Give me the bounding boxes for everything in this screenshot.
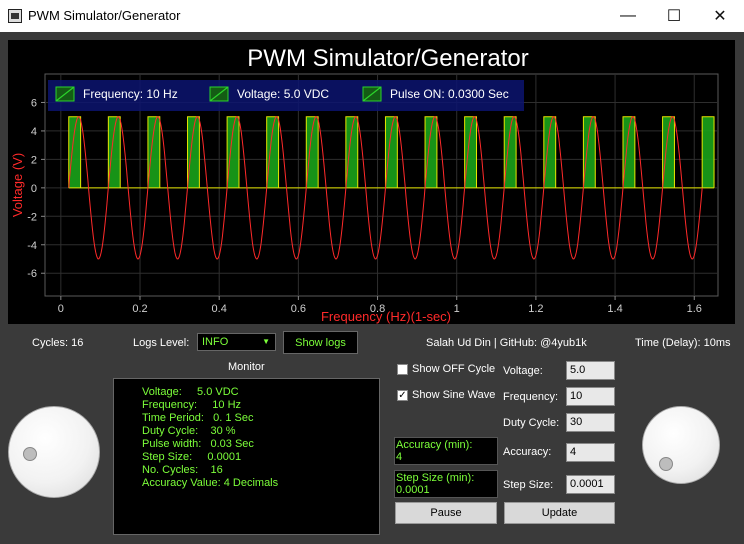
main-panel: 0 0.2 0.4 0.6 0.8 1 1.2 1.4 1.6 -6 -4 -2 0 2 4 6 PWM Si… — [0, 32, 744, 544]
y-tick-label: 2 — [31, 154, 37, 166]
title-bar: PWM Simulator/Generator — ☐ ✕ — [0, 0, 744, 32]
x-tick-label: 1.4 — [607, 303, 622, 315]
pwm-chart: 0 0.2 0.4 0.6 0.8 1 1.2 1.4 1.6-6-4-20246 PWM Si… — [10, 45, 719, 324]
frequency-field[interactable]: 10 — [566, 387, 615, 406]
pulse-bar — [147, 116, 160, 188]
voltage-field[interactable]: 5.0 — [566, 361, 615, 380]
left-dial-knob[interactable] — [8, 406, 100, 498]
show-sine-wave-checkbox[interactable]: ✓ — [397, 390, 408, 401]
duty-cycle-field[interactable]: 30 — [566, 413, 615, 432]
legend-item-voltage: Voltage: 5.0 VDC — [209, 86, 329, 102]
y-tick-label: 4 — [31, 126, 37, 138]
show-sine-wave-label: Show Sine Wave — [412, 389, 496, 401]
accuracy-min-value: 4 — [396, 451, 403, 463]
x-tick-label: 0.6 — [291, 303, 306, 315]
x-axis-label: Frequency (Hz)(1-sec) — [321, 309, 451, 324]
y-tick-label: -4 — [27, 240, 37, 252]
accuracy-min-label: Accuracy (min): — [396, 439, 473, 451]
monitor-line: Frequency: 10 Hz — [142, 399, 242, 411]
line-icon — [55, 86, 75, 102]
voltage-label: Voltage: — [503, 365, 543, 377]
author-label: Salah Ud Din | GitHub: @4yub1k — [426, 337, 587, 349]
monitor-label: Monitor — [228, 361, 265, 373]
pulse-bar — [504, 116, 517, 188]
monitor-panel: Voltage: 5.0 VDC Frequency: 10 Hz Time P… — [113, 378, 380, 535]
x-tick-label: 0 — [58, 303, 64, 315]
line-icon — [209, 86, 229, 102]
monitor-line: Pulse width: 0.03 Sec — [142, 438, 254, 450]
x-tick-label: 0.2 — [132, 303, 147, 315]
y-axis-label: Voltage (V) — [10, 153, 25, 217]
show-off-cycle-checkbox[interactable] — [397, 364, 408, 375]
accuracy-label: Accuracy: — [503, 446, 552, 458]
legend-item-frequency: Frequency: 10 Hz — [55, 86, 178, 102]
plot-area[interactable]: 0 0.2 0.4 0.6 0.8 1 1.2 1.4 1.6 -6 -4 -2 0 2 4 6 PWM Si… — [8, 40, 735, 324]
legend-label: Voltage: 5.0 VDC — [237, 87, 329, 101]
pulse-bar — [702, 116, 715, 188]
frequency-label: Frequency: — [503, 391, 559, 403]
monitor-line: Time Period: 0. 1 Sec — [142, 412, 254, 424]
pause-button[interactable]: Pause — [395, 502, 497, 524]
monitor-line: Voltage: 5.0 VDC — [142, 386, 239, 398]
monitor-line: Duty Cycle: 30 % — [142, 425, 236, 437]
duty-cycle-label: Duty Cycle: — [503, 417, 560, 429]
step-size-min-label: Step Size (min): — [396, 472, 475, 484]
monitor-line: Step Size: 0.0001 — [142, 451, 242, 463]
window-title: PWM Simulator/Generator — [28, 8, 181, 23]
time-delay-label: Time (Delay): 10ms — [635, 337, 731, 349]
right-dial-knob[interactable] — [642, 406, 720, 484]
chart-title: PWM Simulator/Generator — [247, 45, 528, 72]
close-button[interactable]: ✕ — [697, 0, 743, 32]
x-tick-label: 1.2 — [528, 303, 543, 315]
pulse-bar — [187, 116, 200, 188]
step-size-min-box: Step Size (min): 0.0001 — [394, 470, 498, 498]
step-size-field[interactable]: 0.0001 — [566, 475, 615, 494]
monitor-line: No. Cycles: 16 — [142, 464, 223, 476]
monitor-line: Accuracy Value: 4 Decimals — [142, 477, 279, 489]
y-tick-label: -2 — [27, 211, 37, 223]
y-tick-label: -6 — [27, 268, 37, 280]
accuracy-field[interactable]: 4 — [566, 443, 615, 462]
show-off-cycle-label: Show OFF Cycle — [412, 363, 496, 375]
line-icon — [362, 86, 382, 102]
step-size-label: Step Size: — [503, 479, 554, 491]
step-size-min-value: 0.0001 — [396, 484, 430, 496]
dropdown-arrow-icon: ▼ — [262, 337, 270, 346]
x-tick-label: 0.4 — [212, 303, 227, 315]
y-tick-label: 0 — [31, 183, 37, 195]
logs-level-value: INFO — [202, 336, 229, 348]
x-tick-label: 1.6 — [687, 303, 702, 315]
logs-level-label: Logs Level: — [133, 337, 190, 349]
accuracy-min-box: Accuracy (min): 4 — [394, 437, 498, 465]
x-tick-label: 1 — [454, 303, 460, 315]
dial-indicator-icon — [659, 457, 673, 471]
minimize-button[interactable]: — — [605, 0, 651, 32]
maximize-button[interactable]: ☐ — [651, 0, 697, 32]
dial-indicator-icon — [23, 447, 37, 461]
legend-label: Frequency: 10 Hz — [83, 87, 178, 101]
logs-level-select[interactable]: INFO ▼ — [197, 333, 276, 351]
checkmark-icon: ✓ — [398, 390, 407, 401]
update-button[interactable]: Update — [504, 502, 615, 524]
cycles-label: Cycles: 16 — [32, 337, 84, 349]
app-icon — [8, 9, 22, 23]
show-logs-button[interactable]: Show logs — [283, 331, 358, 354]
legend-label: Pulse ON: 0.0300 Sec — [390, 87, 509, 101]
y-tick-label: 6 — [31, 97, 37, 109]
